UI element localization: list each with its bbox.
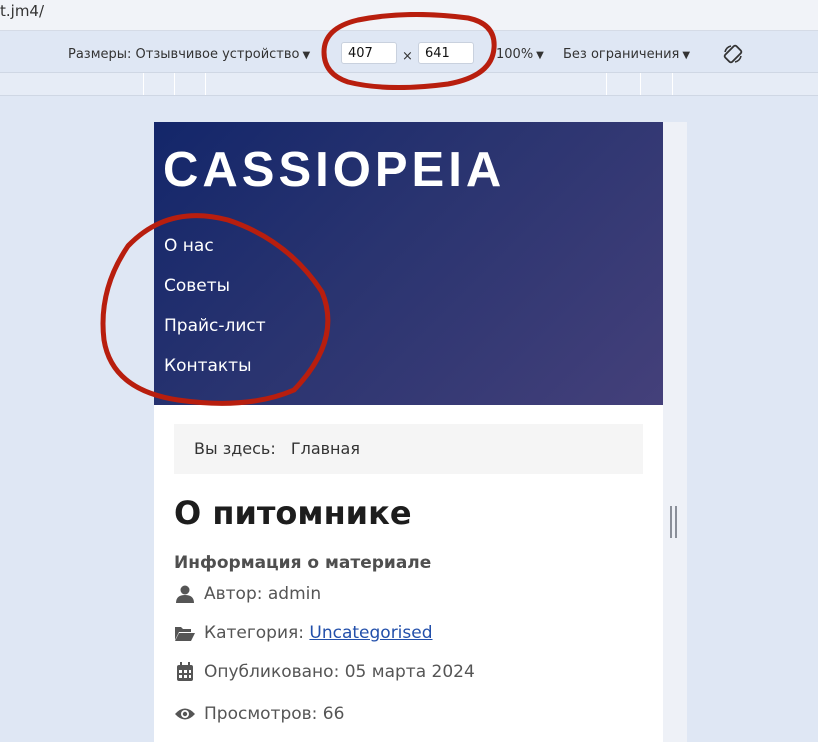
viewport-width-input[interactable]: 407 (341, 42, 397, 64)
meta-published: Опубликовано: 05 марта 2024 (174, 660, 475, 684)
url-text: t.jm4/ (0, 2, 45, 20)
device-dimensions-dropdown[interactable]: Размеры: Отзывчивое устройство ▼ (68, 47, 310, 62)
responsive-toolbar: Размеры: Отзывчивое устройство ▼ 407 × 64… (0, 37, 818, 72)
caret-down-icon: ▼ (536, 50, 544, 61)
caret-down-icon: ▼ (682, 50, 691, 61)
category-link[interactable]: Uncategorised (309, 621, 432, 645)
breadcrumb-home: Главная (290, 439, 360, 458)
ruler-tick (672, 73, 673, 95)
meta-published-value: 05 марта 2024 (344, 662, 475, 682)
ruler-tick (174, 73, 175, 95)
ruler-tick (606, 73, 607, 95)
folder-open-icon (175, 627, 195, 641)
rotate-icon-svg (723, 44, 743, 64)
ruler-tick (143, 73, 144, 95)
meta-author: Автор: admin (174, 582, 321, 606)
nav-item-pricelist[interactable]: Прайс-лист (164, 306, 266, 346)
throttling-dropdown[interactable]: Без ограничения ▼ (563, 47, 690, 62)
nav-item-contacts[interactable]: Контакты (164, 346, 266, 386)
browser-address-bar[interactable]: t.jm4/ (0, 0, 818, 31)
nav-item-about[interactable]: О нас (164, 226, 266, 266)
calendar-icon (177, 662, 193, 681)
ruler-tick (640, 73, 641, 95)
article-title: О питомнике (174, 494, 412, 532)
viewport-resize-handle[interactable] (670, 506, 678, 538)
meta-views: Просмотров: 66 (174, 702, 344, 726)
breadcrumb-prefix: Вы здесь: (194, 439, 276, 458)
zoom-dropdown[interactable]: 100% ▼ (496, 47, 544, 62)
resize-grip-line (675, 506, 677, 538)
resize-grip-line (670, 506, 672, 538)
page-viewport[interactable]: CASSIOPEIA О нас Советы Прайс-лист Конта… (154, 122, 687, 742)
eye-icon (175, 708, 195, 720)
breadcrumb: Вы здесь: Главная (174, 424, 643, 474)
site-header: CASSIOPEIA О нас Советы Прайс-лист Конта… (154, 122, 663, 405)
device-dimensions-label: Размеры: Отзывчивое устройство (68, 47, 300, 62)
meta-category: Категория: Uncategorised (174, 621, 433, 645)
meta-author-label: Автор: (204, 584, 263, 604)
site-title[interactable]: CASSIOPEIA (163, 142, 505, 198)
rotate-icon[interactable] (722, 43, 744, 69)
meta-category-label: Категория: (204, 623, 304, 643)
user-icon (176, 585, 194, 603)
zoom-label: 100% (496, 47, 534, 62)
meta-published-label: Опубликовано: (204, 662, 340, 682)
meta-views-label: Просмотров: (204, 704, 318, 724)
meta-author-value: admin (267, 584, 322, 604)
article-info-heading: Информация о материале (174, 553, 432, 573)
viewport-scroll-track[interactable] (663, 122, 687, 742)
nav-item-tips[interactable]: Советы (164, 266, 266, 306)
viewport-ruler (0, 72, 818, 96)
throttling-label: Без ограничения (563, 47, 680, 62)
ruler-tick (205, 73, 206, 95)
meta-views-value: 66 (322, 704, 345, 724)
caret-down-icon: ▼ (302, 50, 311, 61)
main-nav: О нас Советы Прайс-лист Контакты (164, 226, 266, 386)
viewport-height-input[interactable]: 641 (418, 42, 474, 64)
dimension-separator: × (402, 49, 413, 64)
